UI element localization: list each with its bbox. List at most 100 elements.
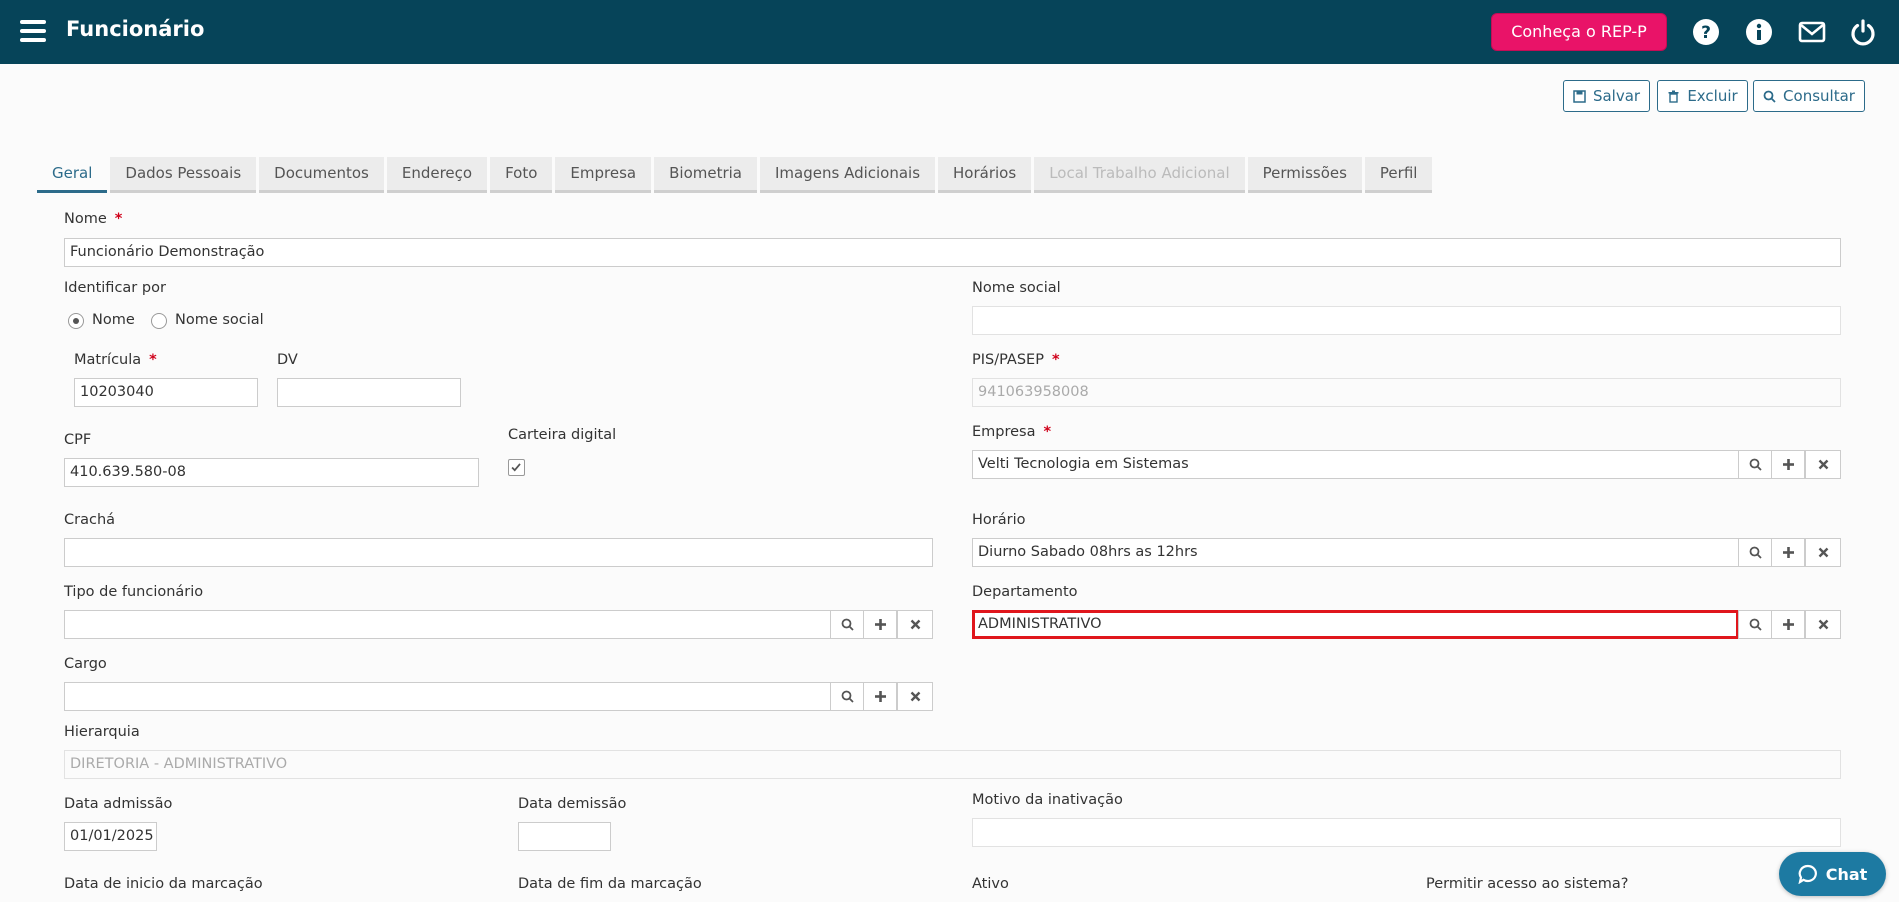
cracha-label: Crachá — [64, 512, 116, 528]
search-icon — [1749, 458, 1762, 471]
tab-endereco[interactable]: Endereço — [386, 157, 488, 193]
chat-label: Chat — [1825, 864, 1868, 884]
pis-label: PIS/PASEP * — [972, 352, 1060, 368]
mail-icon[interactable] — [1798, 18, 1826, 46]
chat-bubble-icon — [1798, 864, 1817, 884]
power-icon[interactable] — [1849, 18, 1877, 46]
demissao-input[interactable] — [518, 822, 611, 851]
hierarquia-label: Hierarquia — [64, 724, 140, 740]
close-icon — [1818, 459, 1828, 470]
tipo-input[interactable] — [64, 610, 831, 639]
search-icon — [1763, 90, 1776, 103]
tab-local-trabalho-adicional: Local Trabalho Adicional — [1034, 157, 1245, 193]
svg-text:?: ? — [1701, 23, 1711, 43]
search-icon — [1749, 618, 1762, 631]
tab-imagens-adicionais[interactable]: Imagens Adicionais — [760, 157, 936, 193]
delete-label: Excluir — [1687, 87, 1738, 105]
rep-p-button[interactable]: Conheça o REP-P — [1491, 13, 1667, 51]
cargo-input[interactable] — [64, 682, 831, 711]
hamburger-menu-icon[interactable] — [20, 20, 46, 42]
ativo-label: Ativo — [972, 876, 1009, 892]
horario-clear-button[interactable] — [1805, 538, 1841, 567]
departamento-input[interactable]: ADMINISTRATIVO — [972, 610, 1739, 639]
checkmark-icon — [511, 463, 521, 472]
info-icon[interactable] — [1745, 18, 1773, 46]
tab-documentos[interactable]: Documentos — [259, 157, 384, 193]
departamento-label: Departamento — [972, 584, 1078, 600]
radio-nome-social-label: Nome social — [175, 312, 264, 328]
close-icon — [910, 619, 920, 630]
hierarquia-input: DIRETORIA - ADMINISTRATIVO — [64, 750, 1841, 779]
radio-nome[interactable] — [68, 313, 84, 329]
delete-button[interactable]: Excluir — [1657, 80, 1748, 112]
tipo-add-button[interactable] — [863, 610, 897, 639]
plus-icon — [1782, 459, 1794, 470]
search-icon — [841, 618, 854, 631]
departamento-search-button[interactable] — [1738, 610, 1772, 639]
plus-icon — [874, 691, 886, 702]
plus-icon — [1782, 619, 1794, 630]
dv-input[interactable] — [277, 378, 461, 407]
tab-dados-pessoais[interactable]: Dados Pessoais — [110, 157, 257, 193]
tab-empresa[interactable]: Empresa — [555, 157, 652, 193]
save-button[interactable]: Salvar — [1563, 80, 1650, 112]
tipo-clear-button[interactable] — [897, 610, 933, 639]
departamento-clear-button[interactable] — [1805, 610, 1841, 639]
close-icon — [910, 691, 920, 702]
empresa-input[interactable]: Velti Tecnologia em Sistemas — [972, 450, 1739, 479]
cargo-clear-button[interactable] — [897, 682, 933, 711]
search-icon — [841, 690, 854, 703]
close-icon — [1818, 619, 1828, 630]
tipo-label: Tipo de funcionário — [64, 584, 204, 600]
dv-label: DV — [277, 352, 298, 368]
acesso-sistema-label: Permitir acesso ao sistema? — [1426, 876, 1629, 892]
radio-nome-social[interactable] — [151, 313, 167, 329]
admissao-label: Data admissão — [64, 796, 173, 812]
save-label: Salvar — [1592, 87, 1641, 105]
cargo-search-button[interactable] — [830, 682, 864, 711]
empresa-add-button[interactable] — [1771, 450, 1805, 479]
carteira-checkbox[interactable] — [508, 459, 525, 476]
cargo-label: Cargo — [64, 656, 107, 672]
departamento-add-button[interactable] — [1771, 610, 1805, 639]
cpf-label: CPF — [64, 432, 92, 448]
trash-icon — [1668, 90, 1679, 103]
nome-social-label: Nome social — [972, 280, 1061, 296]
horario-label: Horário — [972, 512, 1026, 528]
chat-button[interactable]: Chat — [1779, 852, 1886, 896]
empresa-clear-button[interactable] — [1805, 450, 1841, 479]
cargo-add-button[interactable] — [863, 682, 897, 711]
cpf-input[interactable]: 410.639.580-08 — [64, 458, 479, 487]
admissao-input[interactable]: 01/01/2025 — [64, 822, 157, 851]
tab-perfil[interactable]: Perfil — [1364, 157, 1433, 193]
close-icon — [1818, 547, 1828, 558]
nome-input[interactable]: Funcionário Demonstração — [64, 238, 1841, 267]
motivo-input[interactable] — [972, 818, 1841, 847]
tipo-search-button[interactable] — [830, 610, 864, 639]
tab-horarios[interactable]: Horários — [938, 157, 1032, 193]
tab-biometria[interactable]: Biometria — [654, 157, 757, 193]
matricula-label: Matrícula * — [74, 352, 157, 368]
consult-button[interactable]: Consultar — [1753, 80, 1865, 112]
tab-permissoes[interactable]: Permissões — [1247, 157, 1362, 193]
tab-foto[interactable]: Foto — [490, 157, 553, 193]
empresa-search-button[interactable] — [1738, 450, 1772, 479]
fim-marcacao-label: Data de fim da marcação — [518, 876, 702, 892]
cracha-input[interactable] — [64, 538, 933, 567]
plus-icon — [1782, 547, 1794, 558]
nome-social-input[interactable] — [972, 306, 1841, 335]
search-icon — [1749, 546, 1762, 559]
horario-search-button[interactable] — [1738, 538, 1772, 567]
help-icon[interactable]: ? — [1692, 18, 1720, 46]
nome-label: Nome * — [64, 211, 123, 227]
matricula-input[interactable]: 10203040 — [74, 378, 258, 407]
radio-nome-label: Nome — [92, 312, 135, 328]
tab-geral[interactable]: Geral — [37, 157, 108, 193]
horario-add-button[interactable] — [1771, 538, 1805, 567]
page-title: Funcionário — [66, 17, 205, 41]
pis-input: 941063958008 — [972, 378, 1841, 407]
top-bar: Funcionário Conheça o REP-P ? — [0, 0, 1899, 64]
carteira-label: Carteira digital — [508, 427, 617, 443]
plus-icon — [874, 619, 886, 630]
horario-input[interactable]: Diurno Sabado 08hrs as 12hrs — [972, 538, 1739, 567]
